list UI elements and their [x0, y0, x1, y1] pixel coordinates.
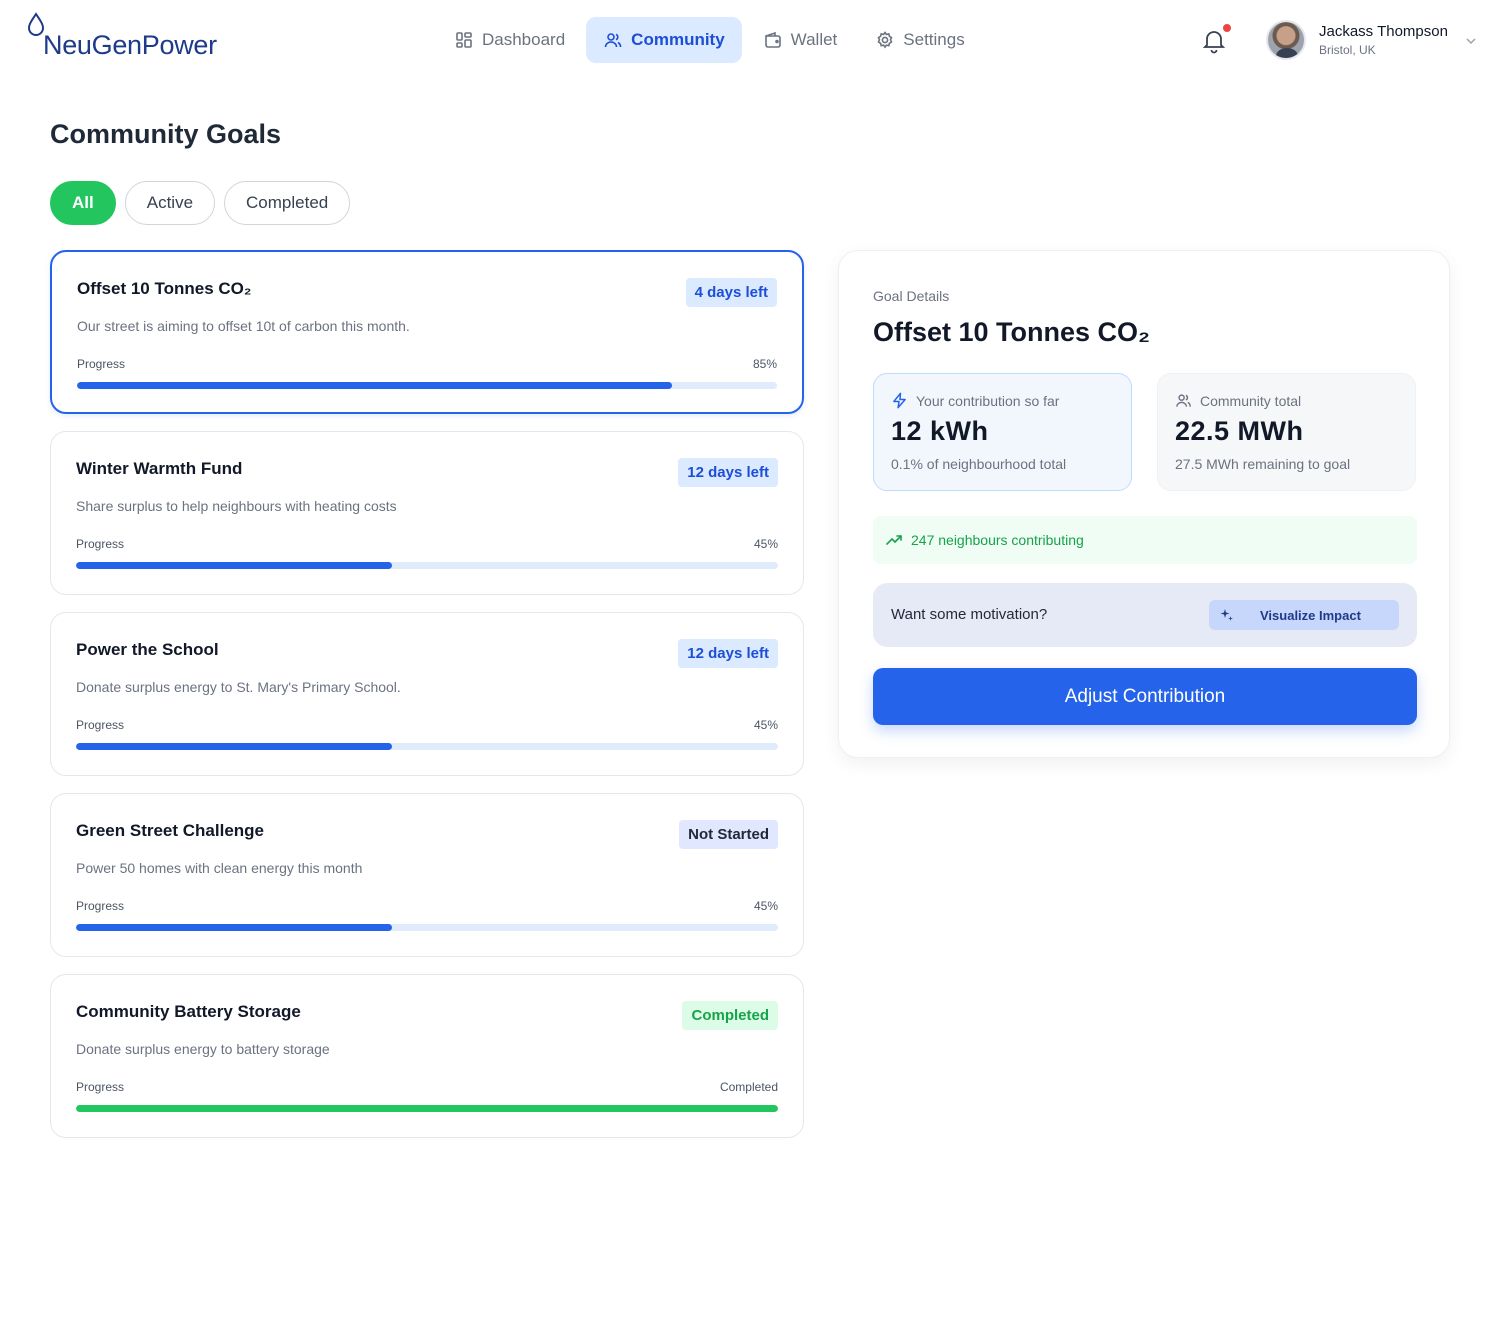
motivation-card: Want some motivation? Visualize Impact	[873, 583, 1417, 647]
goal-filters: All Active Completed	[50, 181, 359, 225]
goal-title: Community Battery Storage	[76, 1002, 301, 1021]
progress-label: Progress	[76, 899, 125, 913]
details-title: Offset 10 Tonnes CO₂	[873, 317, 1151, 347]
nav-label: Settings	[903, 30, 965, 49]
user-location: Bristol, UK	[1319, 43, 1376, 57]
community-total-card: Community total 22.5 MWh 27.5 MWh remain…	[1157, 373, 1416, 491]
stat-header: Community total	[1175, 392, 1301, 409]
stat-label: Community total	[1200, 392, 1302, 409]
progress-fill	[76, 1105, 778, 1112]
progress-value: 45%	[753, 899, 778, 913]
goal-card[interactable]: Winter Warmth Fund 12 days left Share su…	[50, 431, 804, 595]
status-badge: 4 days left	[685, 278, 777, 307]
progress-fill	[76, 743, 392, 750]
progress-label: Progress	[76, 718, 125, 732]
goal-card[interactable]: Green Street Challenge Not Started Power…	[50, 793, 804, 957]
progress-fill	[77, 382, 672, 389]
users-icon	[1176, 394, 1191, 407]
nav-item-community[interactable]: Community	[586, 17, 742, 63]
goal-card[interactable]: Offset 10 Tonnes CO₂ 4 days left Our str…	[50, 250, 804, 414]
goal-card[interactable]: Power the School 12 days left Donate sur…	[50, 612, 804, 776]
goal-description: Donate surplus energy to St. Mary's Prim…	[76, 679, 401, 695]
stat-subtext: 0.1% of neighbourhood total	[891, 456, 1067, 472]
goal-title: Power the School	[76, 640, 219, 659]
status-badge: Not Started	[679, 820, 778, 849]
nav-item-wallet[interactable]: Wallet	[746, 17, 855, 63]
goal-description: Share surplus to help neighbours with he…	[76, 498, 397, 514]
progress-value: Completed	[719, 1080, 778, 1094]
visualize-impact-label: Visualize Impact	[1260, 607, 1361, 623]
main-nav: Dashboard Community Wallet Settings	[437, 17, 986, 63]
progress-label: Progress	[76, 1080, 125, 1094]
contributors-text: 247 neighbours contributing	[911, 532, 1084, 548]
chevron-down-icon[interactable]	[1464, 34, 1478, 48]
goal-description: Power 50 homes with clean energy this mo…	[76, 860, 363, 876]
stat-value: 22.5 MWh	[1175, 416, 1304, 446]
progress-track	[77, 382, 777, 389]
gear-icon	[877, 31, 893, 49]
wallet-icon	[764, 31, 781, 48]
brand-name: NeuGenPower	[43, 30, 217, 60]
sparkle-icon	[1220, 609, 1233, 621]
dashboard-icon	[456, 32, 472, 48]
nav-item-dashboard[interactable]: Dashboard	[437, 17, 582, 63]
details-label: Goal Details	[873, 288, 950, 304]
nav-label: Wallet	[790, 30, 838, 49]
progress-value: 45%	[753, 537, 778, 551]
goal-card[interactable]: Community Battery Storage Completed Dona…	[50, 974, 804, 1138]
page-title: Community Goals	[50, 119, 282, 149]
trending-up-icon	[886, 535, 902, 545]
stat-header: Your contribution so far	[891, 392, 1059, 409]
avatar[interactable]	[1266, 20, 1306, 60]
goal-details-panel: Goal Details Offset 10 Tonnes CO₂ Your c…	[838, 250, 1450, 758]
progress-value: 85%	[752, 357, 777, 371]
visualize-impact-button[interactable]: Visualize Impact	[1209, 600, 1399, 630]
filter-active[interactable]: Active	[124, 181, 216, 225]
users-icon	[604, 33, 622, 48]
contributors-banner: 247 neighbours contributing	[873, 516, 1417, 564]
goal-description: Our street is aiming to offset 10t of ca…	[77, 318, 410, 334]
adjust-contribution-button[interactable]: Adjust Contribution	[873, 668, 1417, 725]
progress-track	[76, 924, 778, 931]
your-contribution-card: Your contribution so far 12 kWh 0.1% of …	[873, 373, 1132, 491]
user-name: Jackass Thompson	[1319, 23, 1448, 40]
goal-title: Winter Warmth Fund	[76, 459, 243, 478]
progress-fill	[76, 562, 392, 569]
notification-dot	[1223, 24, 1231, 32]
progress-label: Progress	[76, 537, 125, 551]
goal-description: Donate surplus energy to battery storage	[76, 1041, 330, 1057]
progress-track	[76, 1105, 778, 1112]
goal-title: Offset 10 Tonnes CO₂	[77, 279, 252, 298]
progress-label: Progress	[77, 357, 126, 371]
top-header: NeuGenPower Dashboard Community Wallet S…	[0, 0, 1500, 84]
nav-label: Community	[631, 30, 725, 49]
progress-fill	[76, 924, 392, 931]
status-badge: Completed	[682, 1001, 778, 1030]
filter-completed[interactable]: Completed	[224, 181, 351, 225]
stat-value: 12 kWh	[891, 416, 989, 446]
nav-item-settings[interactable]: Settings	[858, 17, 981, 63]
goal-title: Green Street Challenge	[76, 821, 265, 840]
stat-subtext: 27.5 MWh remaining to goal	[1175, 456, 1351, 472]
motivation-text: Want some motivation?	[891, 606, 1048, 623]
stat-label: Your contribution so far	[916, 392, 1060, 409]
lightning-icon	[893, 392, 906, 409]
goal-list: Offset 10 Tonnes CO₂ 4 days left Our str…	[50, 250, 804, 1155]
status-badge: 12 days left	[678, 458, 778, 487]
filter-all[interactable]: All	[50, 181, 116, 225]
progress-track	[76, 743, 778, 750]
progress-track	[76, 562, 778, 569]
status-badge: 12 days left	[678, 639, 778, 668]
progress-value: 45%	[753, 718, 778, 732]
nav-label: Dashboard	[482, 30, 566, 49]
